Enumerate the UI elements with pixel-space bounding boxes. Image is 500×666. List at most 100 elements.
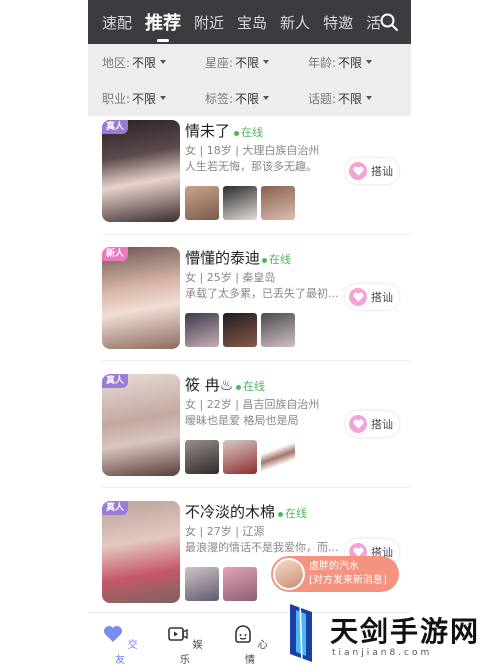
filter-tag[interactable]: 标签: 不限 — [205, 90, 308, 107]
photo-strip — [185, 567, 261, 601]
online-label: 在线 — [285, 507, 307, 520]
user-meta: 女 | 22岁 | 昌吉回族自治州 — [185, 398, 320, 411]
user-card[interactable]: 真人 筱 冉♨ 在线 女 | 22岁 | 昌吉回族自治州 暧昧也是爱 格局也是局… — [88, 370, 411, 490]
tab-newcomers[interactable]: 新人 — [280, 12, 310, 33]
user-card[interactable]: 真人 情未了 在线 女 | 18岁 | 大理白族自治州 人生若无悔，那该多无趣。… — [88, 116, 411, 236]
sender-name: 虚胖的汽水 — [309, 561, 359, 572]
caret-down-icon — [263, 60, 270, 64]
photo-thumbnail[interactable] — [223, 440, 257, 474]
nav-make-friends[interactable]: 交友 — [100, 623, 140, 666]
video-play-icon — [168, 627, 189, 641]
filter-label: 星座: — [205, 55, 234, 70]
mood-face-icon — [235, 625, 252, 643]
photo-thumbnail[interactable] — [185, 440, 219, 474]
app-screen: 速配 推荐 附近 宝岛 新人 特邀 活 地区: 不限 星座: 不限 年龄: 不限… — [88, 0, 411, 666]
filter-value: 不限 — [132, 91, 157, 106]
toast-message: [对方发来新消息] — [309, 575, 387, 586]
caret-down-icon — [160, 96, 167, 100]
online-status: 在线 — [234, 124, 263, 140]
photo-thumbnail[interactable] — [223, 186, 257, 220]
filter-constellation[interactable]: 星座: 不限 — [205, 54, 308, 71]
tab-treasure-island[interactable]: 宝岛 — [237, 12, 267, 33]
flirt-label: 搭讪 — [371, 291, 393, 304]
tab-nearby[interactable]: 附近 — [194, 12, 224, 33]
online-label: 在线 — [241, 126, 263, 139]
flirt-button[interactable]: 搭讪 — [345, 284, 399, 310]
heart-icon — [349, 162, 367, 180]
divider — [102, 360, 411, 361]
tab-speed-match[interactable]: 速配 — [102, 12, 132, 33]
divider — [102, 234, 411, 235]
photo-thumbnail[interactable] — [185, 186, 219, 220]
sword-logo-icon — [290, 599, 312, 665]
heart-icon — [349, 288, 367, 306]
avatar[interactable]: 真人 — [102, 501, 180, 603]
filter-label: 地区: — [102, 55, 131, 70]
tab-recommend[interactable]: 推荐 — [145, 9, 181, 42]
user-name: 不冷淡的木棉 — [185, 503, 276, 521]
newcomer-badge: 新人 — [102, 247, 129, 261]
user-meta: 女 | 27岁 | 辽源 — [185, 525, 265, 538]
watermark-title: 天剑手游网 — [330, 615, 481, 648]
real-person-badge: 真人 — [102, 501, 129, 515]
avatar[interactable]: 真人 — [102, 120, 180, 222]
online-dot-icon — [262, 257, 267, 263]
caret-down-icon — [366, 60, 373, 64]
filter-label: 标签: — [205, 91, 234, 106]
photo-thumbnail[interactable] — [261, 440, 295, 474]
online-dot-icon — [278, 511, 283, 517]
user-bio: 人生若无悔，那该多无趣。 — [185, 160, 317, 173]
avatar[interactable]: 真人 — [102, 374, 180, 476]
photo-thumbnail[interactable] — [223, 313, 257, 347]
filter-occupation[interactable]: 职业: 不限 — [102, 90, 205, 107]
tab-special-invite[interactable]: 特邀 — [323, 12, 353, 33]
filter-value: 不限 — [338, 91, 363, 106]
filter-region[interactable]: 地区: 不限 — [102, 54, 205, 71]
sender-avatar — [273, 558, 305, 590]
caret-down-icon — [263, 96, 270, 100]
online-dot-icon — [236, 384, 241, 390]
real-person-badge: 真人 — [102, 120, 129, 134]
user-name: 筱 冉♨ — [185, 376, 234, 394]
photo-thumbnail[interactable] — [185, 313, 219, 347]
caret-down-icon — [366, 96, 373, 100]
top-tab-bar: 速配 推荐 附近 宝岛 新人 特邀 活 — [88, 0, 411, 44]
filter-label: 年龄: — [308, 55, 337, 70]
photo-thumbnail[interactable] — [261, 186, 295, 220]
online-status: 在线 — [262, 251, 291, 267]
nav-entertainment[interactable]: 娱乐 — [165, 623, 205, 666]
filter-panel: 地区: 不限 星座: 不限 年龄: 不限 职业: 不限 标签: 不限 话题: 不… — [88, 44, 411, 116]
user-name: 情未了 — [185, 122, 231, 140]
filter-value: 不限 — [132, 55, 157, 70]
online-status: 在线 — [278, 505, 307, 521]
online-status: 在线 — [236, 378, 265, 394]
heart-chat-icon — [104, 626, 123, 642]
flirt-label: 搭讪 — [371, 165, 393, 178]
user-bio: 暧昧也是爱 格局也是局 — [185, 414, 299, 427]
filter-label: 话题: — [308, 91, 337, 106]
filter-value: 不限 — [235, 91, 260, 106]
filter-label: 职业: — [102, 91, 131, 106]
flirt-button[interactable]: 搭讪 — [345, 158, 399, 184]
photo-thumbnail[interactable] — [223, 567, 257, 601]
real-person-badge: 真人 — [102, 374, 129, 388]
online-label: 在线 — [243, 380, 265, 393]
user-meta: 女 | 25岁 | 秦皇岛 — [185, 271, 276, 284]
new-message-toast[interactable]: 虚胖的汽水 [对方发来新消息] — [271, 556, 399, 592]
search-icon[interactable] — [379, 12, 399, 32]
filter-topic[interactable]: 话题: 不限 — [308, 90, 411, 107]
divider — [102, 487, 411, 488]
filter-age[interactable]: 年龄: 不限 — [308, 54, 411, 71]
nav-mood[interactable]: 心情 — [230, 623, 270, 666]
avatar[interactable]: 新人 — [102, 247, 180, 349]
photo-thumbnail[interactable] — [261, 313, 295, 347]
user-card[interactable]: 新人 懵懂的泰迪 在线 女 | 25岁 | 秦皇岛 承载了太多累，已丢失了最初.… — [88, 243, 411, 363]
filter-value: 不限 — [235, 55, 260, 70]
online-label: 在线 — [269, 253, 291, 266]
user-bio: 承载了太多累，已丢失了最初... — [185, 287, 339, 300]
photo-thumbnail[interactable] — [185, 567, 219, 601]
photo-strip — [185, 440, 299, 474]
filter-value: 不限 — [338, 55, 363, 70]
flirt-button[interactable]: 搭讪 — [345, 411, 399, 437]
site-watermark: 天剑手游网 tianjian8.com — [272, 598, 500, 666]
